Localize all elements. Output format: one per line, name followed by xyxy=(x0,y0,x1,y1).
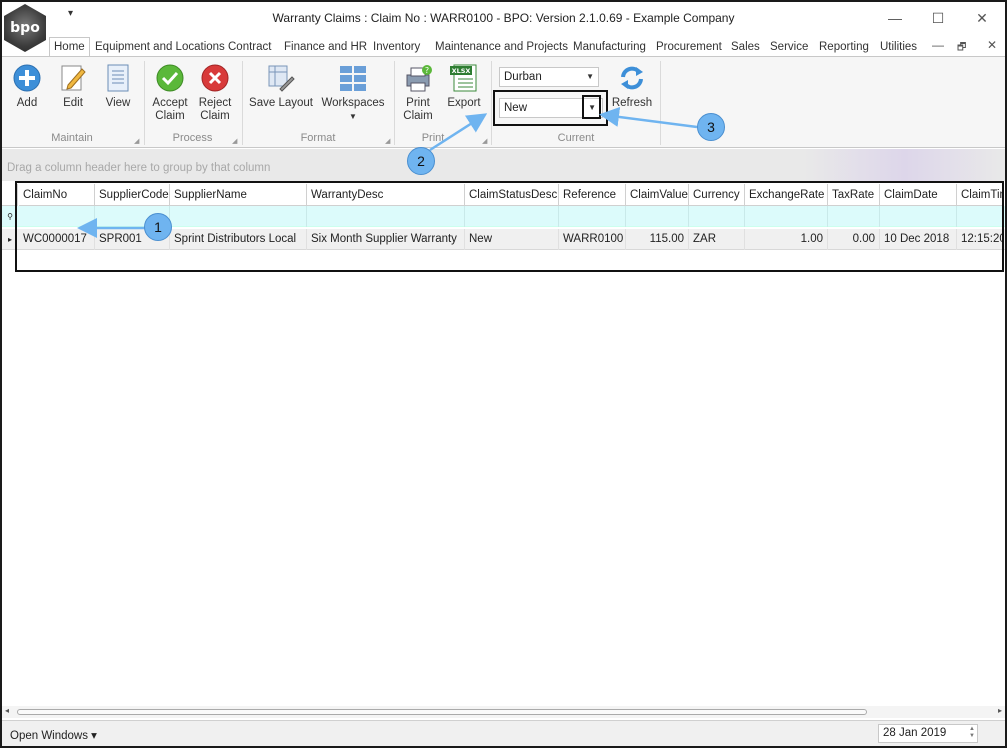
open-windows-button[interactable]: Open Windows ▾ xyxy=(10,728,97,742)
date-field[interactable]: 28 Jan 2019 ▲ ▼ xyxy=(878,724,978,743)
horizontal-scrollbar[interactable]: ◂ ▸ xyxy=(2,706,1005,718)
date-value: 28 Jan 2019 xyxy=(883,727,947,739)
status-bar: Open Windows ▾ 28 Jan 2019 ▲ ▼ xyxy=(2,720,1005,746)
scroll-right-icon[interactable]: ▸ xyxy=(998,706,1002,715)
annotation-arrows xyxy=(77,107,698,238)
scroll-left-icon[interactable]: ◂ xyxy=(5,706,9,715)
annotation-badge-3: 3 xyxy=(697,113,725,141)
annotation-badge-1: 1 xyxy=(144,213,172,241)
logo-text: bpo xyxy=(10,20,40,36)
annotation-badge-2: 2 xyxy=(407,147,435,175)
scroll-thumb[interactable] xyxy=(17,709,867,715)
app-window: Warranty Claims : Claim No : WARR0100 - … xyxy=(0,0,1007,748)
arrow-3 xyxy=(599,107,698,129)
date-spinner-icon[interactable]: ▲ ▼ xyxy=(969,726,975,740)
arrow-2 xyxy=(429,113,488,152)
